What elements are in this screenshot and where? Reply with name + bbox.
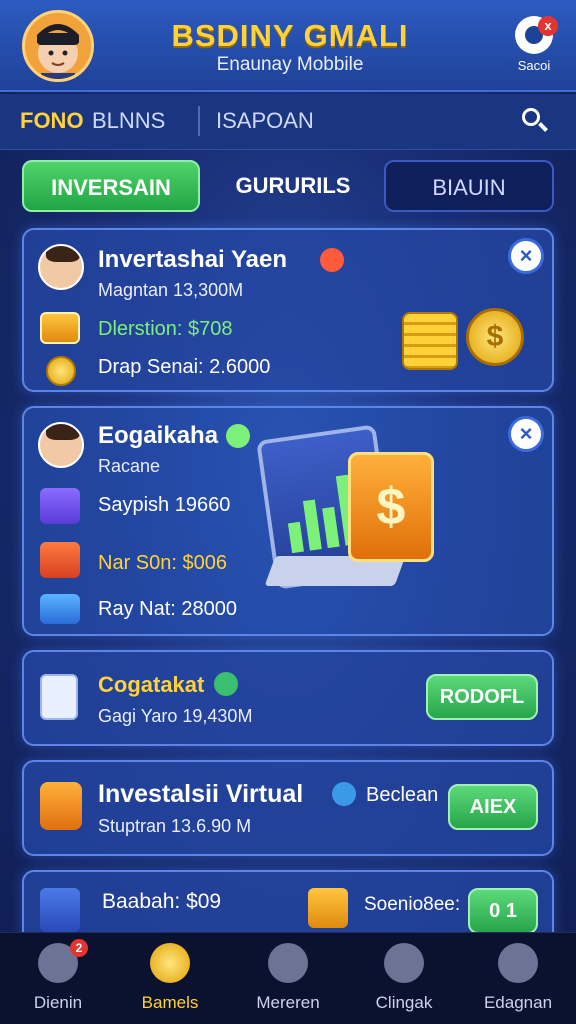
fire-icon xyxy=(320,248,344,272)
chart-icon xyxy=(40,488,80,524)
card-subtitle: Magntan 13,300M xyxy=(98,280,244,300)
card-row: Nar S0n: $006 xyxy=(98,552,227,574)
card-row: Ray Nat: 28000 xyxy=(98,598,237,620)
tools-icon xyxy=(40,542,80,578)
bottom-nav-item-mereren[interactable]: Mereren xyxy=(238,943,338,1013)
top-nav: FONO BLNNS ISAPOAN xyxy=(0,94,576,150)
close-button[interactable]: × xyxy=(508,238,544,274)
dollar-wallet-illustration: $ xyxy=(348,452,434,562)
wallet-icon xyxy=(40,312,80,344)
notification-badge: x xyxy=(538,16,558,36)
app-title: BSDINY GMALI xyxy=(171,18,409,53)
safe-icon xyxy=(40,888,80,932)
investment-card[interactable]: Invertashai Yaen Magntan 13,300M × Dlers… xyxy=(22,228,554,392)
coin-icon xyxy=(150,943,190,983)
investment-card[interactable]: Investalsii Virtual Beclean Stuptran 13.… xyxy=(22,760,554,856)
treasure-icon xyxy=(40,782,82,830)
bottom-nav-label: Dienin xyxy=(33,993,83,1012)
refresh-icon xyxy=(384,943,424,983)
bottom-nav-label: Edagnan xyxy=(483,993,553,1012)
bottom-nav-label: Mereren xyxy=(256,993,320,1012)
dollar-coin-icon: $ xyxy=(466,308,524,366)
bottom-nav: 2 Dienin Bamels Mereren Clingak Edagnan xyxy=(0,932,576,1024)
search-button[interactable] xyxy=(518,104,552,138)
app-subtitle: Enaunay Mobbile xyxy=(216,54,364,75)
close-button[interactable]: × xyxy=(508,416,544,452)
nav-item-isapoan[interactable]: ISAPOAN xyxy=(216,108,314,134)
card-subtitle: Stuptran 13.6.90 M xyxy=(98,816,252,836)
card-subtitle: Racane xyxy=(98,456,161,476)
card-title: Invertashai Yaen xyxy=(98,246,287,273)
tab-inversain[interactable]: INVERSAIN xyxy=(22,160,200,212)
nav-item-fono[interactable]: FONO xyxy=(20,108,84,134)
settings-button[interactable]: x Sacoi xyxy=(506,12,562,82)
coin-icon xyxy=(46,356,76,386)
user-avatar xyxy=(38,422,84,468)
card-row: Drap Senai: 2.6000 xyxy=(98,356,271,378)
card-subtitle: Gagi Yaro 19,430M xyxy=(98,706,253,726)
card-title: Investalsii Virtual xyxy=(98,780,304,808)
card-side-label: Beclean xyxy=(366,784,439,806)
card-row: Dlerstion: $708 xyxy=(98,318,233,340)
box-icon xyxy=(308,888,348,928)
investment-card[interactable]: Cogatakat Gagi Yaro 19,430M RODOFL xyxy=(22,650,554,746)
card-side-label: Soenio8ee: xyxy=(364,894,461,915)
notification-badge: 2 xyxy=(70,939,88,957)
action-button[interactable]: AIEX xyxy=(448,784,538,830)
card-title: Cogatakat xyxy=(98,672,205,697)
card-title: Baabah: $09 xyxy=(102,890,222,913)
gem-icon xyxy=(226,424,250,448)
settings-label: Sacoi xyxy=(517,58,551,73)
bottom-nav-item-edagnan[interactable]: Edagnan xyxy=(468,943,568,1013)
action-button[interactable]: RODOFL xyxy=(426,674,538,720)
bottom-nav-label: Clingak xyxy=(375,993,433,1012)
music-icon xyxy=(332,782,356,806)
user-avatar xyxy=(38,244,84,290)
bottom-nav-label: Bamels xyxy=(141,993,199,1012)
card-row: Saypish 19660 xyxy=(98,494,231,516)
tab-gururils[interactable]: GURURILS xyxy=(212,160,374,212)
plus-icon xyxy=(268,943,308,983)
coin-stack-icon xyxy=(402,312,458,370)
globe-icon xyxy=(214,672,238,696)
bottom-nav-item-bamels[interactable]: Bamels xyxy=(120,943,220,1013)
card-title: Eogaikaha xyxy=(98,422,219,449)
document-icon xyxy=(40,674,78,720)
profile-avatar[interactable] xyxy=(22,10,94,82)
search-icon xyxy=(522,108,540,126)
menu-icon xyxy=(498,943,538,983)
bottom-nav-item-clingak[interactable]: Clingak xyxy=(354,943,454,1013)
action-button[interactable]: 0 1 xyxy=(468,888,538,934)
nav-item-blnns[interactable]: BLNNS xyxy=(92,108,165,134)
bottom-nav-item-dienin[interactable]: 2 Dienin xyxy=(8,939,108,1013)
tab-biauin[interactable]: BIAUIN xyxy=(384,160,554,212)
box-icon xyxy=(40,594,80,624)
nav-divider xyxy=(198,106,200,136)
app-header: BSDINY GMALI Enaunay Mobbile x Sacoi xyxy=(0,0,576,92)
